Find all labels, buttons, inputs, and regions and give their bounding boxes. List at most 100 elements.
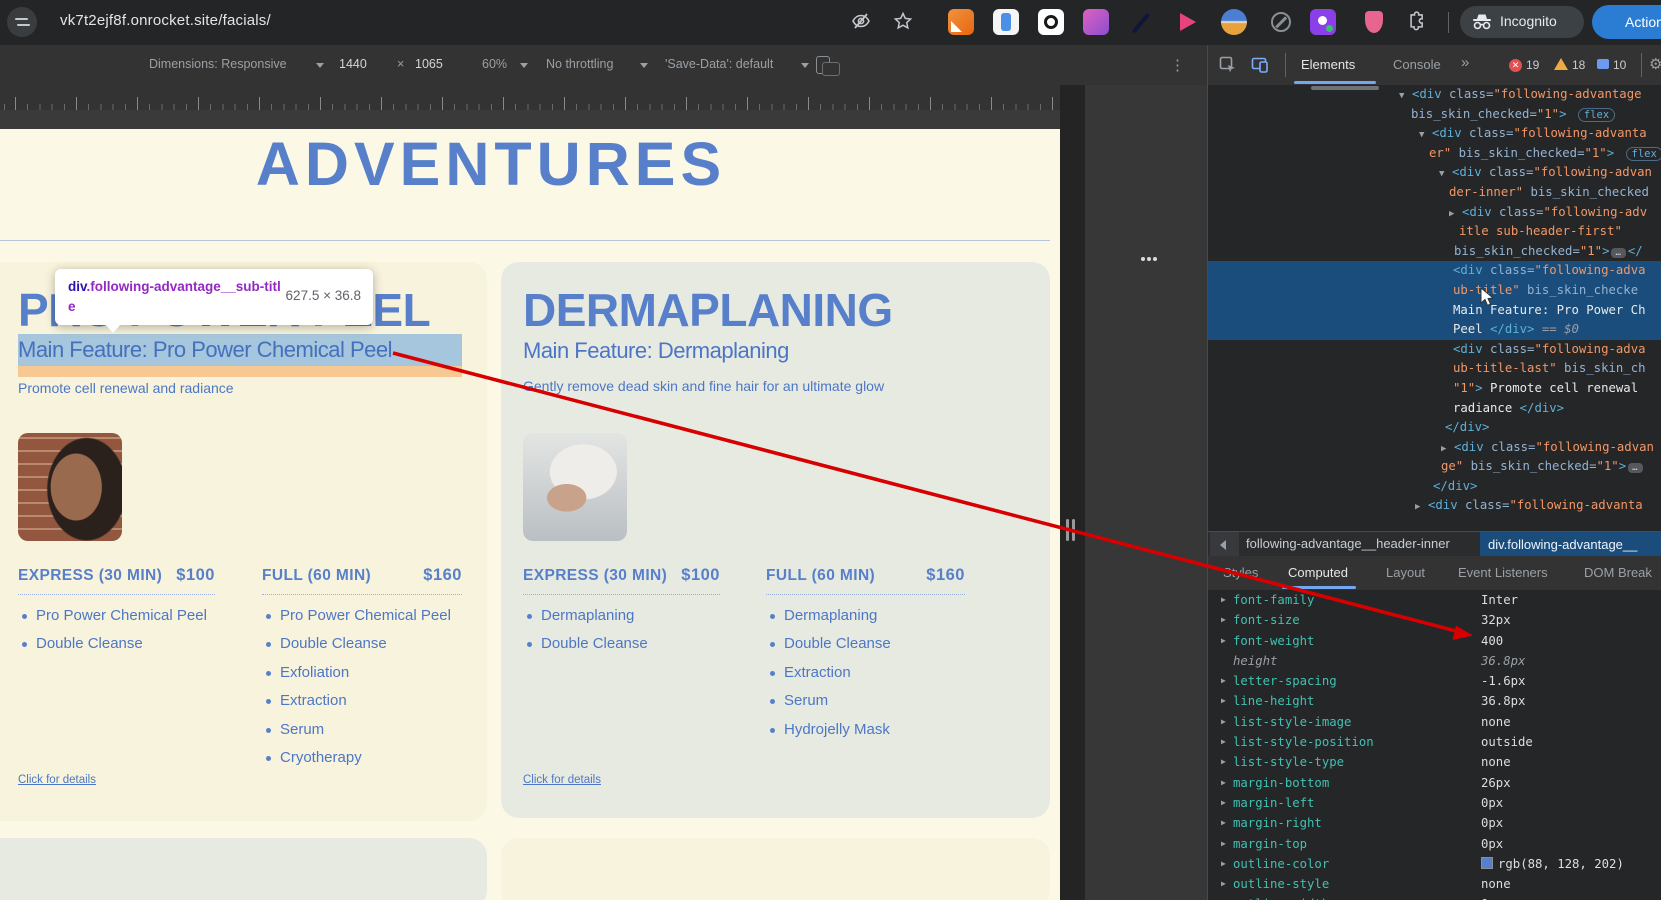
warning-icon[interactable] bbox=[1554, 58, 1568, 70]
resize-handle-icon[interactable] bbox=[1066, 519, 1069, 541]
computed-property-row[interactable]: ▶ margin-right 0px bbox=[1208, 813, 1661, 833]
tab-dom-breakpoints[interactable]: DOM Break bbox=[1584, 565, 1652, 580]
computed-property-row[interactable]: ▶ margin-top 0px bbox=[1208, 834, 1661, 854]
tree-node-line[interactable]: der-inner" bis_skin_checked bbox=[1208, 183, 1661, 203]
warning-count[interactable]: 18 bbox=[1572, 58, 1585, 72]
computed-property-row[interactable]: ▶ list-style-image none bbox=[1208, 712, 1661, 732]
disclosure-arrow-icon[interactable]: ▶ bbox=[1221, 793, 1226, 813]
disclosure-arrow-icon[interactable]: ▶ bbox=[1221, 874, 1226, 894]
issues-icon[interactable] bbox=[1597, 59, 1609, 69]
tree-node-line[interactable]: ▼ <div class="following-advan bbox=[1208, 163, 1661, 183]
extension-camera-icon[interactable] bbox=[1038, 9, 1064, 35]
zoom-select[interactable]: 60% bbox=[482, 57, 507, 71]
tree-node-line[interactable]: Peel </div> == $0 bbox=[1208, 320, 1661, 340]
disclosure-arrow-icon[interactable]: ▶ bbox=[1221, 752, 1226, 772]
extension-sphere-icon[interactable] bbox=[1221, 9, 1247, 35]
computed-property-row[interactable]: ▶ margin-left 0px bbox=[1208, 793, 1661, 813]
tree-node-line[interactable]: er" bis_skin_checked="1"> flex bbox=[1208, 144, 1661, 164]
extension-shield-icon[interactable] bbox=[1361, 9, 1387, 35]
breadcrumb-item[interactable]: following-advantage__header-inner bbox=[1246, 536, 1450, 551]
disclosure-arrow-icon[interactable]: ▶ bbox=[1221, 732, 1226, 752]
device-toolbar-menu-icon[interactable]: ⋮ bbox=[1170, 56, 1185, 74]
details-link[interactable]: Click for details bbox=[523, 774, 601, 786]
more-badge-icon[interactable]: … bbox=[1628, 463, 1643, 474]
issues-count[interactable]: 10 bbox=[1613, 58, 1626, 72]
tree-node-line[interactable]: ▶ <div class="following-advanta bbox=[1208, 496, 1661, 516]
computed-property-row[interactable]: ▶ list-style-type none bbox=[1208, 752, 1661, 772]
tab-console[interactable]: Console bbox=[1393, 57, 1441, 72]
tab-styles[interactable]: Styles bbox=[1223, 565, 1258, 580]
computed-property-row[interactable]: height 36.8px bbox=[1208, 651, 1661, 671]
disclosure-arrow-icon[interactable]: ▶ bbox=[1221, 773, 1226, 793]
tree-node-line[interactable]: Main Feature: Pro Power Ch bbox=[1208, 300, 1661, 321]
tree-node-line[interactable]: ▼ <div class="following-advantage bbox=[1208, 85, 1661, 105]
disclosure-arrow-icon[interactable]: ▶ bbox=[1221, 671, 1226, 691]
more-tabs-icon[interactable]: » bbox=[1461, 54, 1469, 71]
computed-property-row[interactable]: ▶ outline-width 0px bbox=[1208, 894, 1661, 900]
disclosure-arrow-icon[interactable]: ▶ bbox=[1221, 610, 1226, 630]
tree-node-line[interactable]: bis_skin_checked="1"> flex bbox=[1208, 105, 1661, 125]
extension-disabled-icon[interactable] bbox=[1268, 9, 1294, 35]
tree-node-line[interactable]: bis_skin_checked="1">… </ bbox=[1208, 242, 1661, 262]
tree-node-line[interactable]: itle sub-header-first" bbox=[1208, 222, 1661, 242]
more-badge-icon[interactable]: … bbox=[1611, 247, 1626, 258]
resize-handle-icon[interactable] bbox=[1072, 519, 1075, 541]
computed-property-row[interactable]: ▶ outline-style none bbox=[1208, 874, 1661, 894]
computed-property-row[interactable]: ▶ line-height 36.8px bbox=[1208, 691, 1661, 711]
computed-property-row[interactable]: ▶ margin-bottom 26px bbox=[1208, 773, 1661, 793]
tree-node-line[interactable]: <div class="following-adva bbox=[1208, 340, 1661, 360]
tree-node-line[interactable]: ▶ <div class="following-adv bbox=[1208, 203, 1661, 223]
extension-gradient-icon[interactable] bbox=[1083, 9, 1109, 35]
tree-node-line[interactable]: </div> bbox=[1208, 477, 1661, 497]
elements-tree[interactable]: ▼ <div class="following-advantage bis_skin… bbox=[1208, 85, 1661, 531]
extensions-puzzle-icon[interactable] bbox=[1406, 9, 1430, 33]
tree-node-line[interactable]: ▶ <div class="following-advan bbox=[1208, 438, 1661, 458]
tab-layout[interactable]: Layout bbox=[1386, 565, 1425, 580]
disclosure-arrow-icon[interactable]: ▶ bbox=[1221, 712, 1226, 732]
save-data-select[interactable]: 'Save-Data': default bbox=[665, 57, 773, 71]
computed-property-row[interactable]: ▶ font-size 32px bbox=[1208, 610, 1661, 630]
computed-property-row[interactable]: ▶ font-weight 400 bbox=[1208, 631, 1661, 651]
flex-badge[interactable]: flex bbox=[1625, 146, 1661, 161]
error-icon[interactable]: ✕ bbox=[1509, 59, 1522, 72]
site-info-icon[interactable] bbox=[7, 7, 37, 37]
tab-event-listeners[interactable]: Event Listeners bbox=[1458, 565, 1548, 580]
color-swatch[interactable] bbox=[1481, 856, 1493, 869]
computed-property-row[interactable]: ▶ font-family Inter bbox=[1208, 590, 1661, 610]
breadcrumb-item-selected[interactable]: div.following-advantage__ bbox=[1480, 532, 1661, 557]
tab-elements[interactable]: Elements bbox=[1301, 57, 1355, 72]
flex-badge[interactable]: flex bbox=[1577, 107, 1616, 122]
viewport-width-field[interactable]: 1440 bbox=[339, 57, 367, 71]
inspect-element-icon[interactable] bbox=[1219, 56, 1237, 74]
throttling-select[interactable]: No throttling bbox=[546, 57, 613, 71]
computed-property-row[interactable]: ▶ outline-color rgb(88, 128, 202) bbox=[1208, 854, 1661, 874]
disclosure-arrow-icon[interactable]: ▶ bbox=[1221, 854, 1226, 874]
details-link[interactable]: Click for details bbox=[18, 774, 96, 786]
tree-token[interactable]: ▶ bbox=[1415, 498, 1428, 518]
disclosure-arrow-icon[interactable]: ▶ bbox=[1221, 894, 1226, 900]
disclosure-arrow-icon[interactable]: ▶ bbox=[1221, 813, 1226, 833]
device-toolbar-toggle-icon[interactable] bbox=[1251, 56, 1269, 74]
tab-computed[interactable]: Computed bbox=[1288, 565, 1348, 580]
disclosure-arrow-icon[interactable]: ▶ bbox=[1221, 590, 1226, 610]
tree-node-line[interactable]: </div> bbox=[1208, 418, 1661, 438]
error-count[interactable]: 19 bbox=[1526, 58, 1539, 72]
tree-node-line[interactable]: ▼ <div class="following-advanta bbox=[1208, 124, 1661, 144]
extension-notes-icon[interactable] bbox=[948, 9, 974, 35]
bookmark-star-icon[interactable] bbox=[893, 11, 913, 31]
computed-property-row[interactable]: ▶ letter-spacing -1.6px bbox=[1208, 671, 1661, 691]
computed-styles-pane[interactable]: ▶ font-family Inter ▶ font-size 32px ▶ font-wei… bbox=[1208, 590, 1661, 900]
extension-clipboard-icon[interactable] bbox=[993, 9, 1019, 35]
tree-node-line[interactable]: ub-title-last" bis_skin_ch bbox=[1208, 359, 1661, 379]
tree-node-line[interactable]: ge" bis_skin_checked="1">… bbox=[1208, 457, 1661, 477]
extension-pen-icon[interactable] bbox=[1128, 9, 1154, 35]
address-bar[interactable]: vk7t2ejf8f.onrocket.site/facials/ bbox=[60, 12, 271, 29]
tree-node-line[interactable]: ub-title" bis_skin_checke bbox=[1208, 280, 1661, 301]
viewport-height-field[interactable]: 1065 bbox=[415, 57, 443, 71]
breadcrumb-back-button[interactable] bbox=[1210, 532, 1239, 557]
tree-node-line[interactable]: radiance </div> bbox=[1208, 399, 1661, 419]
disclosure-arrow-icon[interactable]: ▶ bbox=[1221, 691, 1226, 711]
action-button[interactable]: Action n bbox=[1592, 5, 1661, 39]
disclosure-arrow-icon[interactable]: ▶ bbox=[1221, 834, 1226, 854]
password-eye-off-icon[interactable] bbox=[851, 11, 871, 31]
